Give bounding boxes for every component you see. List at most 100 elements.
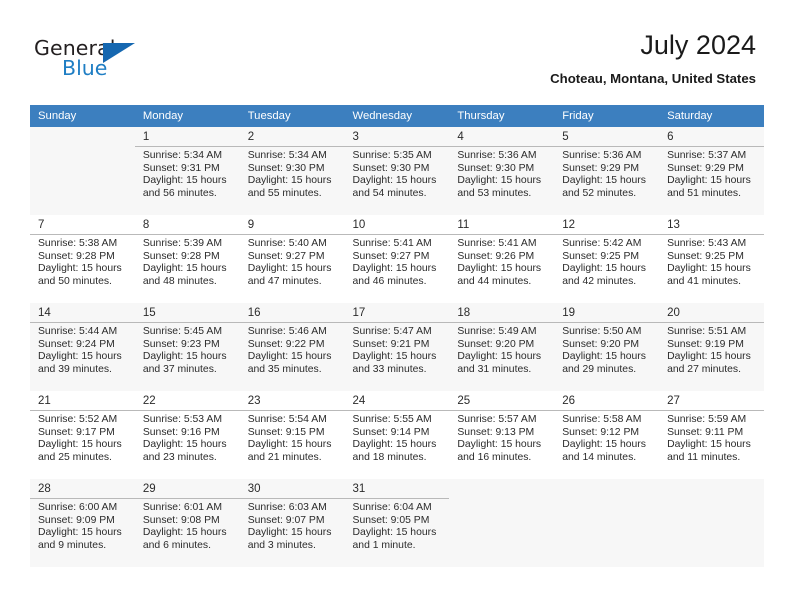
calendar-cell[interactable]: 1 Sunrise: 5:34 AM Sunset: 9:31 PM Daylight… bbox=[134, 127, 240, 215]
calendar-cell[interactable]: 16 Sunrise: 5:46 AM Sunset: 9:22 PM Dayligh… bbox=[239, 303, 345, 391]
calendar-cell[interactable]: 14 Sunrise: 5:44 AM Sunset: 9:24 PM Dayligh… bbox=[30, 303, 135, 391]
sunrise-text: Sunrise: 5:39 AM bbox=[142, 238, 222, 249]
sunrise-text: Sunrise: 5:40 AM bbox=[247, 238, 327, 249]
weekday-header-monday: Monday bbox=[134, 105, 240, 127]
day-details: Sunrise: 5:44 AM Sunset: 9:24 PM Daylight:… bbox=[30, 322, 135, 376]
calendar-cell[interactable]: 17 Sunrise: 5:47 AM Sunset: 9:21 PM Dayligh… bbox=[344, 303, 450, 391]
daylight-text-line2: and 23 minutes. bbox=[142, 451, 217, 463]
day-number: 15 bbox=[142, 307, 156, 319]
daylight-text-line1: Daylight: 15 hours bbox=[457, 351, 542, 363]
calendar-cell[interactable]: 30 Sunrise: 6:03 AM Sunset: 9:07 PM Dayligh… bbox=[239, 479, 345, 567]
sunset-text: Sunset: 9:16 PM bbox=[142, 426, 220, 438]
daylight-text-line2: and 48 minutes. bbox=[142, 275, 217, 287]
title-block: July 2024 Choteau, Montana, United State… bbox=[550, 28, 756, 86]
calendar-cell[interactable]: 6 Sunrise: 5:37 AM Sunset: 9:29 PM Daylight… bbox=[659, 127, 764, 215]
sunset-text: Sunset: 9:17 PM bbox=[38, 426, 115, 438]
sunset-text: Sunset: 9:23 PM bbox=[142, 338, 220, 350]
calendar-cell[interactable]: 7 Sunrise: 5:38 AM Sunset: 9:28 PM Daylight… bbox=[30, 215, 135, 303]
calendar-body: 1 Sunrise: 5:34 AM Sunset: 9:31 PM Daylight… bbox=[30, 127, 764, 567]
day-details: Sunrise: 5:45 AM Sunset: 9:23 PM Daylight:… bbox=[135, 322, 240, 376]
weekday-header-thursday: Thursday bbox=[449, 105, 555, 127]
calendar-cell[interactable]: 19 Sunrise: 5:50 AM Sunset: 9:20 PM Dayligh… bbox=[554, 303, 660, 391]
day-number: 12 bbox=[562, 219, 576, 231]
day-number: 23 bbox=[247, 395, 261, 407]
day-cell bbox=[449, 479, 554, 567]
day-cell: 4 Sunrise: 5:36 AM Sunset: 9:30 PM Daylight… bbox=[449, 127, 555, 215]
sunset-text: Sunset: 9:22 PM bbox=[247, 338, 325, 350]
calendar-cell[interactable]: 4 Sunrise: 5:36 AM Sunset: 9:30 PM Daylight… bbox=[449, 127, 555, 215]
day-cell: 13 Sunrise: 5:43 AM Sunset: 9:25 PM Dayligh… bbox=[659, 215, 764, 303]
daylight-text-line1: Daylight: 15 hours bbox=[142, 527, 227, 539]
day-number: 14 bbox=[38, 307, 51, 319]
day-cell: 15 Sunrise: 5:45 AM Sunset: 9:23 PM Dayligh… bbox=[134, 303, 240, 391]
daylight-text-line2: and 29 minutes. bbox=[562, 363, 637, 375]
calendar-cell[interactable]: 3 Sunrise: 5:35 AM Sunset: 9:30 PM Daylight… bbox=[344, 127, 450, 215]
day-number: 13 bbox=[667, 219, 680, 231]
day-details: Sunrise: 5:54 AM Sunset: 9:15 PM Daylight:… bbox=[240, 410, 345, 464]
day-details: Sunrise: 5:36 AM Sunset: 9:30 PM Daylight:… bbox=[449, 146, 554, 200]
sunrise-text: Sunrise: 6:04 AM bbox=[352, 502, 432, 513]
sunrise-text: Sunrise: 5:37 AM bbox=[667, 150, 747, 161]
calendar-cell[interactable]: 27 Sunrise: 5:59 AM Sunset: 9:11 PM Dayligh… bbox=[659, 391, 764, 479]
sunrise-text: Sunrise: 5:44 AM bbox=[38, 326, 118, 337]
daylight-text-line1: Daylight: 15 hours bbox=[667, 351, 751, 363]
daylight-text-line1: Daylight: 15 hours bbox=[352, 351, 437, 363]
sunset-text: Sunset: 9:05 PM bbox=[352, 514, 430, 526]
day-cell: 19 Sunrise: 5:50 AM Sunset: 9:20 PM Dayligh… bbox=[554, 303, 659, 391]
day-number: 16 bbox=[247, 307, 261, 319]
calendar-cell[interactable]: 25 Sunrise: 5:57 AM Sunset: 9:13 PM Dayligh… bbox=[449, 391, 555, 479]
day-details: Sunrise: 5:46 AM Sunset: 9:22 PM Daylight:… bbox=[240, 322, 345, 376]
day-number: 17 bbox=[352, 307, 366, 319]
sunset-text: Sunset: 9:24 PM bbox=[38, 338, 115, 350]
calendar-cell[interactable]: 11 Sunrise: 5:41 AM Sunset: 9:26 PM Dayligh… bbox=[449, 215, 555, 303]
sunset-text: Sunset: 9:21 PM bbox=[352, 338, 430, 350]
sunrise-text: Sunrise: 5:46 AM bbox=[247, 326, 327, 337]
weekday-header-friday: Friday bbox=[554, 105, 660, 127]
day-number: 31 bbox=[352, 483, 366, 495]
daylight-text-line2: and 25 minutes. bbox=[38, 451, 112, 463]
calendar-cell[interactable]: 8 Sunrise: 5:39 AM Sunset: 9:28 PM Daylight… bbox=[134, 215, 240, 303]
logo-triangle-icon bbox=[103, 43, 135, 63]
calendar-cell[interactable]: 5 Sunrise: 5:36 AM Sunset: 9:29 PM Daylight… bbox=[554, 127, 660, 215]
weekday-header-saturday: Saturday bbox=[659, 105, 764, 127]
day-cell: 5 Sunrise: 5:36 AM Sunset: 9:29 PM Daylight… bbox=[554, 127, 659, 215]
calendar-cell[interactable]: 15 Sunrise: 5:45 AM Sunset: 9:23 PM Dayligh… bbox=[134, 303, 240, 391]
calendar-cell[interactable]: 23 Sunrise: 5:54 AM Sunset: 9:15 PM Dayligh… bbox=[239, 391, 345, 479]
calendar-cell[interactable]: 26 Sunrise: 5:58 AM Sunset: 9:12 PM Dayligh… bbox=[554, 391, 660, 479]
general-blue-logo[interactable]: General Blue bbox=[34, 36, 174, 84]
calendar-cell[interactable]: 12 Sunrise: 5:42 AM Sunset: 9:25 PM Dayligh… bbox=[554, 215, 660, 303]
calendar-cell[interactable]: 28 Sunrise: 6:00 AM Sunset: 9:09 PM Dayligh… bbox=[30, 479, 135, 567]
sunrise-text: Sunrise: 5:52 AM bbox=[38, 414, 118, 425]
daylight-text-line2: and 14 minutes. bbox=[562, 451, 637, 463]
sunrise-text: Sunrise: 5:42 AM bbox=[562, 238, 642, 249]
day-cell: 10 Sunrise: 5:41 AM Sunset: 9:27 PM Dayligh… bbox=[344, 215, 450, 303]
calendar-cell[interactable]: 29 Sunrise: 6:01 AM Sunset: 9:08 PM Dayligh… bbox=[134, 479, 240, 567]
calendar-cell[interactable]: 9 Sunrise: 5:40 AM Sunset: 9:27 PM Daylight… bbox=[239, 215, 345, 303]
daylight-text-line1: Daylight: 15 hours bbox=[247, 263, 332, 275]
sunrise-text: Sunrise: 6:01 AM bbox=[142, 502, 222, 513]
calendar-cell[interactable]: 20 Sunrise: 5:51 AM Sunset: 9:19 PM Dayligh… bbox=[659, 303, 764, 391]
daylight-text-line1: Daylight: 15 hours bbox=[142, 175, 227, 187]
day-details: Sunrise: 5:51 AM Sunset: 9:19 PM Daylight:… bbox=[659, 322, 764, 376]
calendar-cell[interactable]: 10 Sunrise: 5:41 AM Sunset: 9:27 PM Dayligh… bbox=[344, 215, 450, 303]
sunset-text: Sunset: 9:30 PM bbox=[352, 162, 430, 174]
calendar-cell[interactable]: 24 Sunrise: 5:55 AM Sunset: 9:14 PM Dayligh… bbox=[344, 391, 450, 479]
daylight-text-line2: and 44 minutes. bbox=[457, 275, 532, 287]
calendar-cell[interactable]: 21 Sunrise: 5:52 AM Sunset: 9:17 PM Dayligh… bbox=[30, 391, 135, 479]
calendar-cell[interactable]: 2 Sunrise: 5:34 AM Sunset: 9:30 PM Daylight… bbox=[239, 127, 345, 215]
weekday-header-tuesday: Tuesday bbox=[239, 105, 345, 127]
day-cell: 7 Sunrise: 5:38 AM Sunset: 9:28 PM Daylight… bbox=[30, 215, 135, 303]
daylight-text-line1: Daylight: 15 hours bbox=[142, 263, 227, 275]
calendar-cell[interactable]: 31 Sunrise: 6:04 AM Sunset: 9:05 PM Dayligh… bbox=[344, 479, 450, 567]
calendar-cell[interactable]: 18 Sunrise: 5:49 AM Sunset: 9:20 PM Dayligh… bbox=[449, 303, 555, 391]
day-cell: 24 Sunrise: 5:55 AM Sunset: 9:14 PM Dayligh… bbox=[344, 391, 450, 479]
calendar-cell[interactable]: 13 Sunrise: 5:43 AM Sunset: 9:25 PM Dayligh… bbox=[659, 215, 764, 303]
sunrise-text: Sunrise: 5:58 AM bbox=[562, 414, 642, 425]
calendar-cell[interactable]: 22 Sunrise: 5:53 AM Sunset: 9:16 PM Dayligh… bbox=[134, 391, 240, 479]
sunset-text: Sunset: 9:26 PM bbox=[457, 250, 535, 262]
sunset-text: Sunset: 9:20 PM bbox=[457, 338, 535, 350]
day-cell: 16 Sunrise: 5:46 AM Sunset: 9:22 PM Dayligh… bbox=[239, 303, 345, 391]
day-number: 8 bbox=[142, 219, 150, 231]
daylight-text-line1: Daylight: 15 hours bbox=[562, 351, 646, 363]
day-number: 2 bbox=[247, 131, 255, 143]
